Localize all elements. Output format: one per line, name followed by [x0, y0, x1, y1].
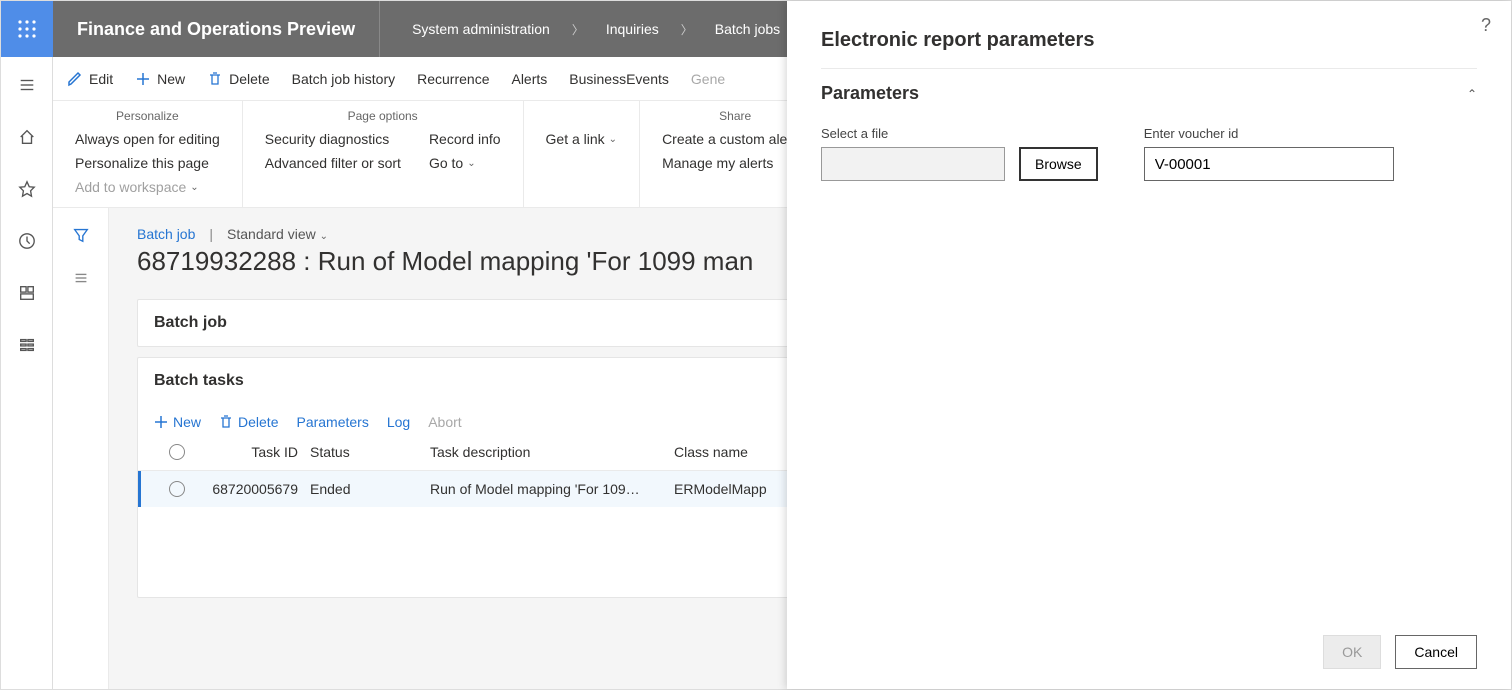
- personalize-title: Personalize: [75, 109, 220, 123]
- panel-footer: OK Cancel: [787, 615, 1511, 689]
- col-header-status[interactable]: Status: [310, 444, 430, 460]
- voucher-id-field: Enter voucher id: [1144, 126, 1394, 181]
- home-button[interactable]: [3, 123, 51, 151]
- chevron-right-icon: 〉: [681, 21, 693, 38]
- task-abort-button: Abort: [428, 414, 461, 430]
- vertical-divider: |: [209, 226, 213, 242]
- getlink-group: Get a link ⌄: [524, 101, 641, 207]
- plus-icon: [154, 415, 168, 429]
- hamburger-menu-button[interactable]: [3, 71, 51, 99]
- modules-button[interactable]: [3, 331, 51, 359]
- left-nav-rail: [1, 57, 53, 689]
- voucher-id-label: Enter voucher id: [1144, 126, 1394, 141]
- panel-title: Electronic report parameters: [787, 1, 1511, 68]
- page-options-title: Page options: [265, 109, 501, 123]
- add-to-workspace-button[interactable]: Add to workspace ⌄: [75, 179, 220, 195]
- task-new-label: New: [173, 414, 201, 430]
- get-a-link-button[interactable]: Get a link ⌄: [546, 131, 618, 147]
- edit-button[interactable]: Edit: [67, 71, 113, 87]
- pencil-icon: [67, 71, 83, 87]
- select-all-checkbox[interactable]: [154, 444, 200, 460]
- cancel-button[interactable]: Cancel: [1395, 635, 1477, 669]
- gene-label: Gene: [691, 71, 725, 87]
- view-label: Standard view: [227, 226, 316, 242]
- parameters-section-header[interactable]: Parameters ⌃: [787, 69, 1511, 112]
- recurrence-button[interactable]: Recurrence: [417, 71, 489, 87]
- personalize-page-button[interactable]: Personalize this page: [75, 155, 220, 171]
- always-open-editing-button[interactable]: Always open for editing: [75, 131, 220, 147]
- recurrence-label: Recurrence: [417, 71, 489, 87]
- get-link-label: Get a link: [546, 131, 605, 147]
- advanced-filter-button[interactable]: Advanced filter or sort: [265, 155, 401, 171]
- chevron-down-icon: ⌄: [467, 158, 475, 169]
- chevron-up-icon: ⌃: [1467, 87, 1477, 101]
- row-selector[interactable]: [154, 481, 200, 497]
- delete-label: Delete: [229, 71, 269, 87]
- breadcrumb-item[interactable]: System administration: [412, 21, 550, 37]
- breadcrumb-item[interactable]: Inquiries: [606, 21, 659, 37]
- gene-button: Gene: [691, 71, 725, 87]
- parameters-title: Parameters: [821, 83, 919, 104]
- add-to-ws-label: Add to workspace: [75, 179, 186, 195]
- select-file-label: Select a file: [821, 126, 1098, 141]
- custom-alert-label: Create a custom alert: [662, 131, 796, 147]
- app-launcher-button[interactable]: [1, 1, 53, 57]
- batch-history-label: Batch job history: [292, 71, 396, 87]
- plus-icon: [135, 71, 151, 87]
- list-button[interactable]: [72, 269, 90, 290]
- workspace-button[interactable]: [3, 279, 51, 307]
- personalize-group: Personalize Always open for editing Pers…: [53, 101, 243, 207]
- browse-button[interactable]: Browse: [1019, 147, 1098, 181]
- favorites-button[interactable]: [3, 175, 51, 203]
- spacer: [546, 109, 618, 123]
- security-diagnostics-button[interactable]: Security diagnostics: [265, 131, 401, 147]
- content-sidebar: [53, 208, 109, 689]
- chevron-down-icon: ⌄: [320, 231, 328, 242]
- app-title: Finance and Operations Preview: [53, 1, 380, 57]
- task-new-button[interactable]: New: [154, 414, 201, 430]
- waffle-icon: [17, 19, 37, 39]
- cell-status: Ended: [310, 481, 430, 497]
- task-delete-label: Delete: [238, 414, 278, 430]
- batch-history-button[interactable]: Batch job history: [292, 71, 396, 87]
- voucher-id-input[interactable]: [1144, 147, 1394, 181]
- chevron-down-icon: ⌄: [190, 182, 198, 193]
- page-options-group: Page options Security diagnostics Advanc…: [243, 101, 524, 207]
- dialog-electronic-report-parameters: ? Electronic report parameters Parameter…: [787, 1, 1511, 689]
- goto-button[interactable]: Go to ⌄: [429, 155, 501, 171]
- filter-button[interactable]: [72, 226, 90, 247]
- new-label: New: [157, 71, 185, 87]
- edit-label: Edit: [89, 71, 113, 87]
- top-breadcrumb: System administration 〉 Inquiries 〉 Batc…: [380, 21, 780, 38]
- businessevents-button[interactable]: BusinessEvents: [569, 71, 669, 87]
- chevron-right-icon: 〉: [572, 21, 584, 38]
- trash-icon: [207, 71, 223, 87]
- goto-label: Go to: [429, 155, 463, 171]
- select-file-field: Select a file Browse: [821, 126, 1098, 181]
- alerts-button[interactable]: Alerts: [511, 71, 547, 87]
- parameters-body: Select a file Browse Enter voucher id: [787, 112, 1511, 181]
- col-header-desc[interactable]: Task description: [430, 444, 674, 460]
- help-button[interactable]: ?: [1481, 15, 1491, 36]
- file-path-input[interactable]: [821, 147, 1005, 181]
- task-delete-button[interactable]: Delete: [219, 414, 278, 430]
- cell-taskid: 68720005679: [200, 481, 310, 497]
- task-parameters-button[interactable]: Parameters: [296, 414, 368, 430]
- col-header-taskid[interactable]: Task ID: [200, 444, 310, 460]
- breadcrumb-item[interactable]: Batch jobs: [715, 21, 780, 37]
- businessevents-label: BusinessEvents: [569, 71, 669, 87]
- new-button[interactable]: New: [135, 71, 185, 87]
- trash-icon: [219, 415, 233, 429]
- app-root: Finance and Operations Preview System ad…: [0, 0, 1512, 690]
- cell-desc: Run of Model mapping 'For 109…: [430, 481, 674, 497]
- chevron-down-icon: ⌄: [609, 134, 617, 145]
- record-info-button[interactable]: Record info: [429, 131, 501, 147]
- breadcrumb-link[interactable]: Batch job: [137, 226, 195, 242]
- view-selector[interactable]: Standard view ⌄: [227, 226, 328, 242]
- task-log-button[interactable]: Log: [387, 414, 410, 430]
- alerts-label: Alerts: [511, 71, 547, 87]
- recent-button[interactable]: [3, 227, 51, 255]
- ok-button: OK: [1323, 635, 1381, 669]
- delete-button[interactable]: Delete: [207, 71, 269, 87]
